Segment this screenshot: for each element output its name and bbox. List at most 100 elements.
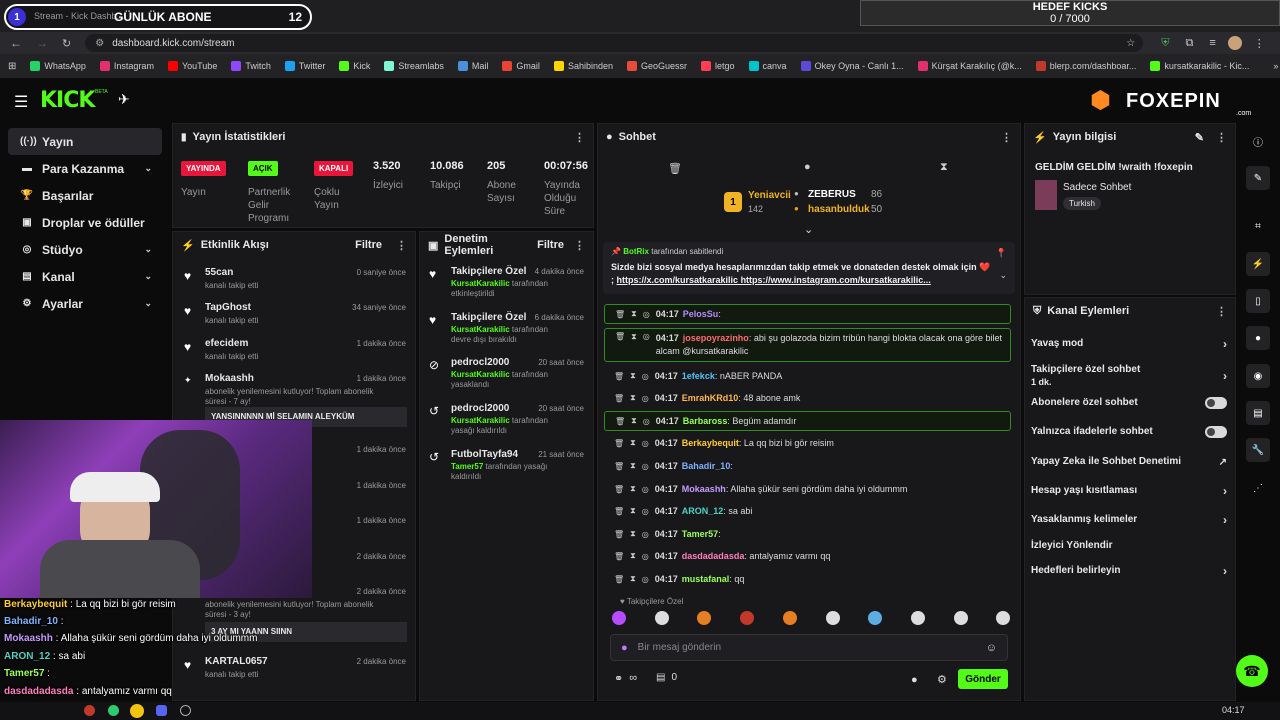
delete-message-icon[interactable]: 🗑: [614, 507, 624, 516]
timeout-icon[interactable]: ⧗: [630, 438, 636, 448]
mic-icon[interactable]: ●: [621, 642, 628, 654]
activity-item[interactable]: ♥ KARTAL0657 2 dakika önce kanalı takip ett…: [184, 656, 406, 688]
forward-icon[interactable]: →: [36, 36, 48, 50]
activity-item[interactable]: ✦ Mokaashh 1 dakika önce abonelik yenilemes…: [184, 373, 407, 427]
sidebar-item-ba-ar-lar[interactable]: 🏆 Başarılar: [8, 182, 162, 209]
share-icon[interactable]: ⋰: [1246, 476, 1270, 500]
help-chat-icon[interactable]: ☎: [1236, 655, 1268, 687]
back-icon[interactable]: ←: [10, 36, 22, 50]
browser-menu-icon[interactable]: ⋮: [1254, 37, 1265, 50]
message-username[interactable]: Tamer57: [682, 529, 718, 539]
kick-logo[interactable]: KICK: [40, 88, 95, 113]
mod-action-item[interactable]: ♥ Takipçilere Özel 4 dakika önce KursatKara…: [429, 266, 584, 306]
chat-message[interactable]: 🗑 ⧗ ◎ 04:17 josepoyrazinho: abi şu golazoda …: [604, 328, 1011, 362]
channel-action-yava-mod[interactable]: Yavaş mod ›: [1031, 333, 1227, 355]
channel-action-abonelere-zel-sohbet[interactable]: Abonelere özel sohbet: [1031, 392, 1227, 414]
emote-icon[interactable]: [654, 611, 669, 625]
bookmark-whatsapp[interactable]: WhatsApp: [30, 61, 86, 71]
sidebar-item-para-kazanma[interactable]: ▬ Para Kazanma ⌄: [8, 155, 162, 182]
emoji-picker-icon[interactable]: ☺: [986, 642, 997, 654]
emote-icon[interactable]: [953, 611, 968, 625]
toggle-switch[interactable]: [1205, 397, 1227, 409]
chat-message[interactable]: 🗑 ⧗ ◎ 04:17 Tamer57:: [604, 524, 1011, 544]
timeout-icon[interactable]: ⧗: [630, 393, 636, 403]
chevron-right-icon[interactable]: ›: [1223, 564, 1227, 578]
chat-points[interactable]: ⚭ ∞: [614, 672, 637, 685]
toggle-switch[interactable]: [1205, 426, 1227, 438]
chat-message[interactable]: 🗑 ⧗ ◎ 04:17 Barbaross: Begüm adamdır: [604, 411, 1011, 431]
hourglass-icon[interactable]: ⧗: [940, 161, 948, 174]
pin-icon[interactable]: ✈: [118, 91, 130, 108]
delete-message-icon[interactable]: 🗑: [615, 310, 625, 319]
url-bar[interactable]: ⚙ dashboard.kick.com/stream ☆: [85, 34, 1144, 52]
activity-menu-icon[interactable]: ⋮: [396, 239, 407, 252]
delete-message-icon[interactable]: 🗑: [615, 332, 625, 341]
message-username[interactable]: Berkaybequit: [682, 438, 739, 448]
mod-action-item[interactable]: ↺ FutbolTayfa94 21 saat önce Tamer57 tarafı…: [429, 449, 584, 489]
bookmark-letgo[interactable]: letgo: [701, 61, 735, 71]
emote-icon[interactable]: [782, 611, 797, 625]
chat-message[interactable]: 🗑 ⧗ ◎ 04:17 dasdadadasda: antalyamız varmı q…: [604, 546, 1011, 566]
message-username[interactable]: Mokaashh: [682, 484, 726, 494]
delete-message-icon[interactable]: 🗑: [614, 575, 624, 584]
bookmark-instagram[interactable]: Instagram: [99, 61, 154, 71]
top-supporter-2[interactable]: ● ZEBERUS 86: [794, 189, 898, 203]
delete-message-icon[interactable]: 🗑: [614, 530, 624, 539]
timeout-icon[interactable]: ⧗: [631, 309, 637, 319]
delete-message-icon[interactable]: 🗑: [614, 394, 624, 403]
chat-message[interactable]: 🗑 ⧗ ◎ 04:17 Mokaashh: Allaha şükür seni görd…: [604, 479, 1011, 499]
timeout-icon[interactable]: ⧗: [630, 551, 636, 561]
pinned-links[interactable]: https://x.com/kursatkarakilic https://ww…: [617, 275, 931, 285]
delete-message-icon[interactable]: 🗑: [615, 417, 625, 426]
chat-stack[interactable]: ▤ 0: [656, 672, 677, 683]
bookmark-mail[interactable]: Mail: [457, 61, 488, 71]
bookmark-geoguessr[interactable]: GeoGuessr: [626, 61, 687, 71]
bookmark-kick[interactable]: Kick: [339, 61, 370, 71]
sidebar-item-ayarlar[interactable]: ⚙ Ayarlar ⌄: [8, 290, 162, 317]
bookmark-twitch[interactable]: Twitch: [231, 61, 271, 71]
activity-item[interactable]: ♥ efecidem 1 dakika önce kanalı takip etti: [184, 338, 406, 370]
sidebar-item-kanal[interactable]: ▤ Kanal ⌄: [8, 263, 162, 290]
mod-action-item[interactable]: ⊘ pedrocl2000 20 saat önce KursatKarakilic …: [429, 357, 584, 397]
quick-emote-icon[interactable]: ●: [911, 674, 918, 686]
trash-icon[interactable]: 🗑: [668, 162, 682, 175]
layout-icon[interactable]: ▤: [1246, 401, 1270, 425]
bookmark-sahibinden[interactable]: Sahibinden: [553, 61, 613, 71]
chevron-down-icon[interactable]: ⌄: [144, 298, 152, 309]
timeout-icon[interactable]: ⧗: [630, 461, 636, 471]
extensions-icon[interactable]: ⧉: [1185, 37, 1193, 50]
bookmark-canva[interactable]: canva: [748, 61, 787, 71]
lightning-icon[interactable]: ⚡: [1246, 252, 1270, 276]
info-menu-icon[interactable]: ⋮: [1216, 131, 1227, 144]
chevron-right-icon[interactable]: ›: [1223, 369, 1227, 383]
chevron-right-icon[interactable]: ›: [1223, 337, 1227, 351]
message-username[interactable]: EmrahKRd10: [682, 393, 739, 403]
taskbar-app-icon[interactable]: [84, 705, 95, 716]
message-username[interactable]: Bahadir_10: [682, 461, 731, 471]
timeout-icon[interactable]: ⧗: [631, 416, 637, 426]
crop-icon[interactable]: ⌗: [1246, 214, 1270, 238]
scroll-down-icon[interactable]: ⌄: [804, 223, 813, 236]
message-username[interactable]: Barbaross: [683, 416, 728, 426]
mod-action-item[interactable]: ♥ Takipçilere Özel 6 dakika önce KursatKara…: [429, 312, 584, 352]
delete-message-icon[interactable]: 🗑: [614, 462, 624, 471]
discord-taskbar-icon[interactable]: [156, 705, 167, 716]
obs-taskbar-icon[interactable]: [180, 705, 191, 716]
send-button[interactable]: Gönder: [958, 669, 1008, 689]
activity-filter-button[interactable]: Filtre: [355, 239, 382, 251]
timeout-icon[interactable]: ⧗: [630, 529, 636, 539]
mod-menu-icon[interactable]: ⋮: [574, 239, 585, 252]
mod-action-item[interactable]: ↺ pedrocl2000 20 saat önce KursatKarakilic …: [429, 403, 584, 443]
emote-icon[interactable]: [740, 611, 755, 625]
unpin-icon[interactable]: 📍: [996, 248, 1007, 259]
whatsapp-taskbar-icon[interactable]: [108, 705, 119, 716]
apps-grid-icon[interactable]: ⊞: [8, 61, 16, 72]
emote-icon[interactable]: [612, 611, 626, 625]
chat-message[interactable]: 🗑 ⧗ ◎ 04:17 Bahadir_10:: [604, 456, 1011, 476]
chevron-down-icon[interactable]: ⌄: [144, 271, 152, 282]
external-link-icon[interactable]: ↗: [1219, 457, 1227, 468]
chat-menu-icon[interactable]: ⋮: [1001, 131, 1012, 144]
delete-message-icon[interactable]: 🗑: [614, 485, 624, 494]
bookmark-blerp-com-dashboar[interactable]: blerp.com/dashboar...: [1035, 61, 1136, 71]
channel-action-yaln-zca-ifadelerle-sohbet[interactable]: Yalnızca ifadelerle sohbet: [1031, 421, 1227, 443]
